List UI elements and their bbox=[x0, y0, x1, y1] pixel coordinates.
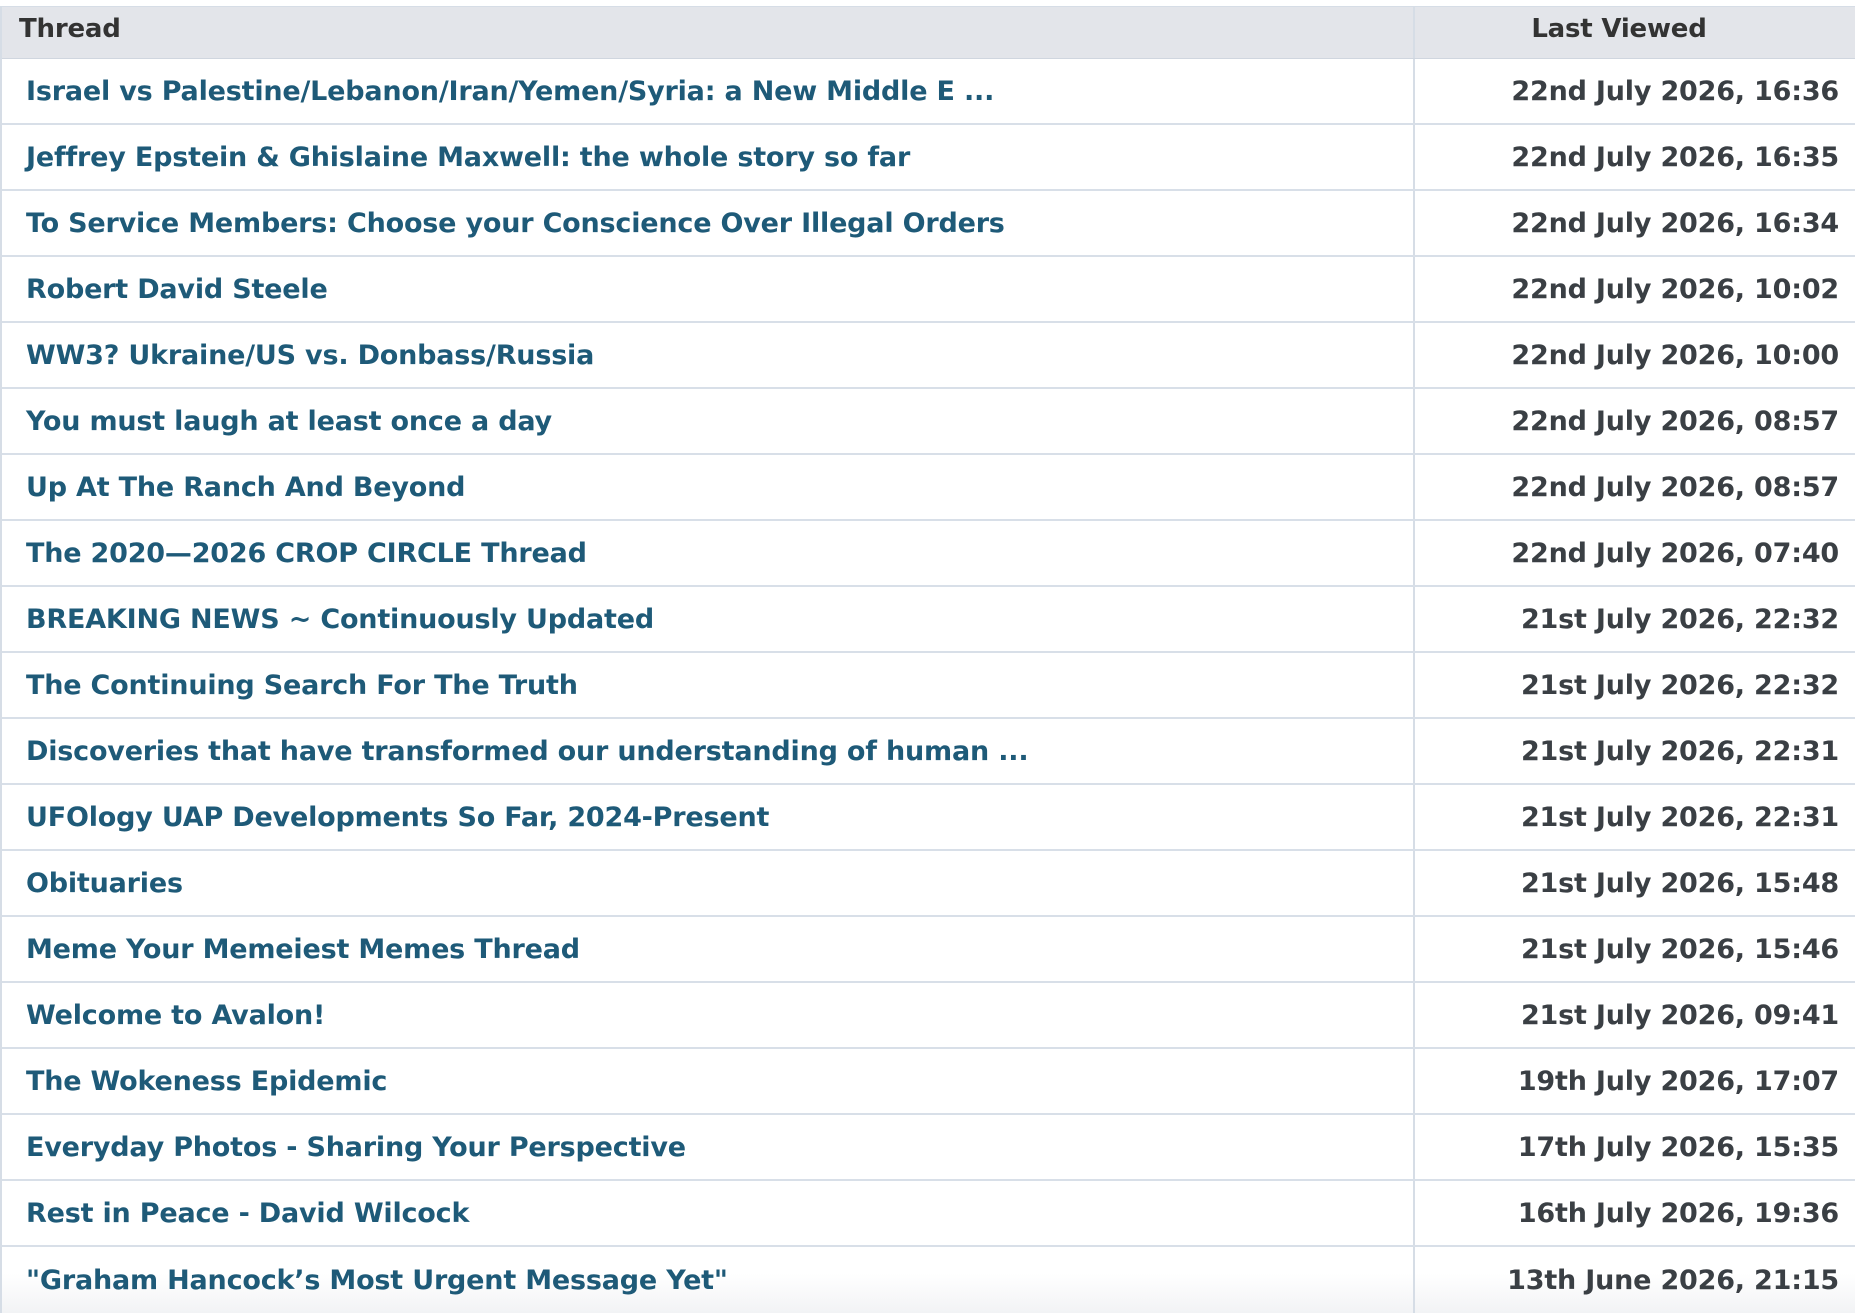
last-viewed-cell: 22nd July 2026, 16:35 bbox=[1415, 125, 1855, 189]
thread-link[interactable]: The Continuing Search For The Truth bbox=[26, 670, 578, 701]
thread-link[interactable]: WW3? Ukraine/US vs. Donbass/Russia bbox=[26, 340, 594, 371]
last-viewed-cell: 21st July 2026, 15:46 bbox=[1415, 917, 1855, 981]
column-header-last-viewed[interactable]: Last Viewed bbox=[1415, 7, 1855, 58]
thread-link[interactable]: Jeffrey Epstein & Ghislaine Maxwell: the… bbox=[26, 142, 910, 173]
last-viewed-date: 21st July 2026, 22:31 bbox=[1520, 735, 1839, 767]
thread-cell: Obituaries bbox=[2, 851, 1415, 915]
last-viewed-cell: 17th July 2026, 15:35 bbox=[1415, 1115, 1855, 1179]
table-row: WW3? Ukraine/US vs. Donbass/Russia 22nd … bbox=[2, 323, 1855, 389]
last-viewed-cell: 16th July 2026, 19:36 bbox=[1415, 1181, 1855, 1245]
last-viewed-date: 22nd July 2026, 16:34 bbox=[1511, 207, 1839, 239]
last-viewed-cell: 22nd July 2026, 16:36 bbox=[1415, 59, 1855, 123]
thread-link[interactable]: Israel vs Palestine/Lebanon/Iran/Yemen/S… bbox=[26, 76, 994, 107]
last-viewed-cell: 22nd July 2026, 08:57 bbox=[1415, 455, 1855, 519]
last-viewed-date: 21st July 2026, 22:31 bbox=[1520, 801, 1839, 833]
thread-cell: You must laugh at least once a day bbox=[2, 389, 1415, 453]
table-row: The Continuing Search For The Truth 21st… bbox=[2, 653, 1855, 719]
thread-cell: "Graham Hancock’s Most Urgent Message Ye… bbox=[2, 1247, 1415, 1313]
table-row: Israel vs Palestine/Lebanon/Iran/Yemen/S… bbox=[2, 59, 1855, 125]
table-row: To Service Members: Choose your Conscien… bbox=[2, 191, 1855, 257]
last-viewed-date: 16th July 2026, 19:36 bbox=[1517, 1197, 1839, 1229]
thread-link[interactable]: Welcome to Avalon! bbox=[26, 1000, 325, 1031]
thread-cell: The Wokeness Epidemic bbox=[2, 1049, 1415, 1113]
last-viewed-date: 22nd July 2026, 16:35 bbox=[1511, 141, 1839, 173]
thread-cell: UFOlogy UAP Developments So Far, 2024-Pr… bbox=[2, 785, 1415, 849]
thread-cell: Discoveries that have transformed our un… bbox=[2, 719, 1415, 783]
thread-cell: Up At The Ranch And Beyond bbox=[2, 455, 1415, 519]
thread-cell: The Continuing Search For The Truth bbox=[2, 653, 1415, 717]
table-row: Discoveries that have transformed our un… bbox=[2, 719, 1855, 785]
last-viewed-date: 21st July 2026, 22:32 bbox=[1520, 603, 1839, 635]
table-row: Jeffrey Epstein & Ghislaine Maxwell: the… bbox=[2, 125, 1855, 191]
last-viewed-cell: 21st July 2026, 22:31 bbox=[1415, 719, 1855, 783]
last-viewed-date: 21st July 2026, 15:46 bbox=[1520, 933, 1839, 965]
table-row: Meme Your Memeiest Memes Thread 21st Jul… bbox=[2, 917, 1855, 983]
thread-cell: Robert David Steele bbox=[2, 257, 1415, 321]
last-viewed-date: 22nd July 2026, 10:00 bbox=[1511, 339, 1839, 371]
thread-cell: Welcome to Avalon! bbox=[2, 983, 1415, 1047]
thread-link[interactable]: Everyday Photos - Sharing Your Perspecti… bbox=[26, 1132, 686, 1163]
last-viewed-cell: 22nd July 2026, 10:02 bbox=[1415, 257, 1855, 321]
thread-link[interactable]: Obituaries bbox=[26, 868, 183, 899]
thread-link[interactable]: To Service Members: Choose your Conscien… bbox=[26, 208, 1005, 239]
last-viewed-date: 17th July 2026, 15:35 bbox=[1517, 1131, 1839, 1163]
thread-link[interactable]: Meme Your Memeiest Memes Thread bbox=[26, 934, 580, 965]
last-viewed-cell: 21st July 2026, 15:48 bbox=[1415, 851, 1855, 915]
thread-link[interactable]: Up At The Ranch And Beyond bbox=[26, 472, 466, 503]
last-viewed-date: 22nd July 2026, 08:57 bbox=[1511, 405, 1839, 437]
thread-link[interactable]: Robert David Steele bbox=[26, 274, 328, 305]
thread-cell: Meme Your Memeiest Memes Thread bbox=[2, 917, 1415, 981]
last-viewed-cell: 22nd July 2026, 08:57 bbox=[1415, 389, 1855, 453]
last-viewed-cell: 21st July 2026, 09:41 bbox=[1415, 983, 1855, 1047]
last-viewed-cell: 21st July 2026, 22:31 bbox=[1415, 785, 1855, 849]
last-viewed-date: 22nd July 2026, 07:40 bbox=[1511, 537, 1839, 569]
thread-link[interactable]: Discoveries that have transformed our un… bbox=[26, 736, 1029, 767]
thread-link[interactable]: BREAKING NEWS ~ Continuously Updated bbox=[26, 604, 654, 635]
table-row: BREAKING NEWS ~ Continuously Updated 21s… bbox=[2, 587, 1855, 653]
last-viewed-cell: 22nd July 2026, 10:00 bbox=[1415, 323, 1855, 387]
thread-cell: Rest in Peace - David Wilcock bbox=[2, 1181, 1415, 1245]
thread-link[interactable]: UFOlogy UAP Developments So Far, 2024-Pr… bbox=[26, 802, 769, 833]
table-row: You must laugh at least once a day 22nd … bbox=[2, 389, 1855, 455]
thread-cell: WW3? Ukraine/US vs. Donbass/Russia bbox=[2, 323, 1415, 387]
viewed-threads-table: Thread Last Viewed Israel vs Palestine/L… bbox=[0, 6, 1855, 1313]
table-row: "Graham Hancock’s Most Urgent Message Ye… bbox=[2, 1247, 1855, 1313]
thread-link[interactable]: You must laugh at least once a day bbox=[26, 406, 552, 437]
thread-link[interactable]: The 2020—2026 CROP CIRCLE Thread bbox=[26, 538, 587, 569]
thread-cell: Everyday Photos - Sharing Your Perspecti… bbox=[2, 1115, 1415, 1179]
last-viewed-date: 13th June 2026, 21:15 bbox=[1507, 1264, 1839, 1296]
last-viewed-cell: 21st July 2026, 22:32 bbox=[1415, 587, 1855, 651]
last-viewed-date: 21st July 2026, 09:41 bbox=[1520, 999, 1839, 1031]
table-header: Thread Last Viewed bbox=[2, 7, 1855, 59]
last-viewed-cell: 21st July 2026, 22:32 bbox=[1415, 653, 1855, 717]
last-viewed-cell: 22nd July 2026, 07:40 bbox=[1415, 521, 1855, 585]
table-row: Everyday Photos - Sharing Your Perspecti… bbox=[2, 1115, 1855, 1181]
table-row: The 2020—2026 CROP CIRCLE Thread 22nd Ju… bbox=[2, 521, 1855, 587]
table-row: Welcome to Avalon! 21st July 2026, 09:41 bbox=[2, 983, 1855, 1049]
last-viewed-cell: 22nd July 2026, 16:34 bbox=[1415, 191, 1855, 255]
thread-link[interactable]: The Wokeness Epidemic bbox=[26, 1066, 387, 1097]
thread-cell: To Service Members: Choose your Conscien… bbox=[2, 191, 1415, 255]
thread-link[interactable]: "Graham Hancock’s Most Urgent Message Ye… bbox=[26, 1265, 728, 1296]
last-viewed-cell: 13th June 2026, 21:15 bbox=[1415, 1247, 1855, 1313]
last-viewed-date: 21st July 2026, 22:32 bbox=[1520, 669, 1839, 701]
last-viewed-date: 19th July 2026, 17:07 bbox=[1517, 1065, 1839, 1097]
last-viewed-cell: 19th July 2026, 17:07 bbox=[1415, 1049, 1855, 1113]
thread-link[interactable]: Rest in Peace - David Wilcock bbox=[26, 1198, 469, 1229]
table-row: UFOlogy UAP Developments So Far, 2024-Pr… bbox=[2, 785, 1855, 851]
table-row: The Wokeness Epidemic 19th July 2026, 17… bbox=[2, 1049, 1855, 1115]
last-viewed-date: 22nd July 2026, 10:02 bbox=[1511, 273, 1839, 305]
last-viewed-date: 22nd July 2026, 16:36 bbox=[1511, 75, 1839, 107]
column-header-thread[interactable]: Thread bbox=[2, 7, 1415, 58]
table-row: Rest in Peace - David Wilcock 16th July … bbox=[2, 1181, 1855, 1247]
thread-cell: The 2020—2026 CROP CIRCLE Thread bbox=[2, 521, 1415, 585]
last-viewed-date: 22nd July 2026, 08:57 bbox=[1511, 471, 1839, 503]
table-row: Robert David Steele 22nd July 2026, 10:0… bbox=[2, 257, 1855, 323]
last-viewed-date: 21st July 2026, 15:48 bbox=[1520, 867, 1839, 899]
thread-cell: Jeffrey Epstein & Ghislaine Maxwell: the… bbox=[2, 125, 1415, 189]
table-row: Obituaries 21st July 2026, 15:48 bbox=[2, 851, 1855, 917]
thread-cell: BREAKING NEWS ~ Continuously Updated bbox=[2, 587, 1415, 651]
thread-cell: Israel vs Palestine/Lebanon/Iran/Yemen/S… bbox=[2, 59, 1415, 123]
table-row: Up At The Ranch And Beyond 22nd July 202… bbox=[2, 455, 1855, 521]
